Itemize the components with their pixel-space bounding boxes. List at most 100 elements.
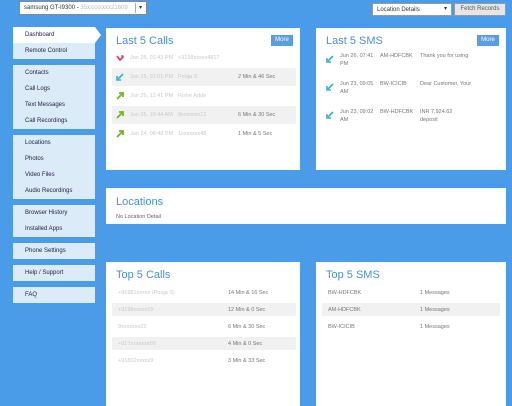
nav-group: Phone Settings	[13, 243, 95, 259]
sidebar-item-dashboard[interactable]: Dashboard	[13, 27, 101, 43]
top-call-contact: +917xxxxxxx09	[118, 340, 156, 347]
sms-preview: Dear Customer, Your	[420, 80, 471, 88]
top-calls-panel: Top 5 Calls +91981xxxxx (Pooja S) 14 Min …	[106, 262, 300, 406]
sms-preview: Thank you for using	[420, 52, 468, 60]
sidebar-item-locations[interactable]: Locations	[13, 135, 95, 151]
top-call-contact: +91802xxxxx9	[118, 357, 154, 364]
sms-text: Dear Customer, Your	[420, 81, 472, 87]
outgoing-call-icon	[116, 111, 124, 119]
sms-row[interactable]: Jun 23, 09:02 AM BW-HDFCBK INR 7,924.62 depo…	[322, 108, 506, 124]
top-call-row[interactable]: +9198xxxxx15 12 Min & 0 Sec	[112, 303, 296, 316]
call-time: Jun 25, 01:01 PM	[130, 74, 174, 80]
sms-time: Jun 23, 09:02 AM	[340, 108, 380, 124]
top-sms-panel: Top 5 SMS BW-HDFCBK 1 Messages AM-HDFCBK 1 …	[316, 262, 506, 406]
top-sms-row[interactable]: BW-HDFCBK 1 Messages	[322, 286, 500, 299]
call-duration: 2 Min & 46 Sec	[238, 74, 276, 80]
sidebar-item-help-support[interactable]: Help / Support	[13, 265, 95, 281]
top-sms-sender: BW-ICICIB	[328, 323, 355, 330]
sidebar-item-remote-control[interactable]: Remote Control	[13, 43, 95, 59]
sms-message-icon	[326, 111, 334, 119]
sms-text: INR 7,924.62	[420, 109, 453, 115]
top-sms-sender: AM-HDFCBK	[328, 306, 361, 313]
missed-call-icon	[116, 54, 124, 62]
top-call-duration: 12 Min & 0 Sec	[228, 306, 266, 313]
nav-group: FAQ	[13, 287, 95, 303]
call-log-row[interactable]: Jun 25, 01:01 PM Pooja S 2 Min & 46 Sec	[112, 68, 296, 86]
sidebar-item-audio-recordings[interactable]: Audio Recordings	[13, 183, 95, 199]
call-time: Jun 25, 10:44 AM	[130, 112, 173, 118]
nav-group: Browser History Installed Apps	[13, 205, 95, 237]
top-call-contact: 9xxxxxxx22	[118, 323, 147, 330]
call-log-row[interactable]: Jun 25, 12:41 PM Rishe Adde	[112, 87, 296, 105]
call-time: Jun 24, 08:48 PM	[130, 131, 174, 137]
top-sms-count: 1 Messages	[420, 289, 450, 296]
call-contact: +9198xxxxx4817	[178, 55, 220, 61]
top-call-contact: +9198xxxxx15	[118, 306, 154, 313]
top-sms-sender: BW-HDFCBK	[328, 289, 362, 296]
sms-text-cont: deposit	[420, 117, 438, 123]
call-contact: Pooja S	[178, 74, 198, 80]
nav-group: Help / Support	[13, 265, 95, 281]
sidebar-item-video-files[interactable]: Video Files	[13, 167, 95, 183]
top-call-duration: 4 Min & 0 Sec	[228, 340, 263, 347]
sidebar-item-faq[interactable]: FAQ	[13, 287, 95, 303]
top-call-row[interactable]: 9xxxxxxx22 6 Min & 30 Sec	[112, 320, 296, 333]
top-call-row[interactable]: +91981xxxxx (Pooja S) 14 Min & 16 Sec	[112, 286, 296, 299]
device-select[interactable]: samsung GT-I9300 - 35xxxxxxxx21609 ▾	[19, 1, 147, 15]
top-sms-row[interactable]: BW-ICICIB 1 Messages	[322, 320, 500, 333]
call-time: Jun 25, 12:41 PM	[130, 93, 174, 99]
top-sms-count: 1 Messages	[420, 323, 450, 330]
sidebar-item-phone-settings[interactable]: Phone Settings	[13, 243, 95, 259]
sms-row[interactable]: Jun 26, 07:41 PM AM-HDFCBK Thank you for us…	[322, 52, 506, 68]
chevron-down-icon: ▾	[135, 3, 145, 13]
sms-time-ampm: AM	[340, 117, 349, 123]
call-contact: 1xxxxxxx48	[178, 131, 207, 137]
sms-time: Jun 26, 07:41 PM	[340, 52, 380, 68]
sidebar-item-call-logs[interactable]: Call Logs	[13, 81, 95, 97]
top-call-row[interactable]: +91802xxxxx9 3 Min & 33 Sec	[112, 354, 296, 367]
sidebar-item-browser-history[interactable]: Browser History	[13, 205, 95, 221]
sms-text: Thank you for using	[420, 53, 469, 59]
call-duration: 6 Min & 30 Sec	[238, 112, 276, 118]
locations-panel: Locations No Location Detail	[106, 188, 506, 224]
location-details-select[interactable]: Location Details ▾	[372, 3, 452, 16]
last-calls-more-button[interactable]: More	[271, 35, 293, 46]
top-sms-title: Top 5 SMS	[326, 269, 380, 281]
sidebar-item-contacts[interactable]: Contacts	[13, 65, 95, 81]
sidebar: Dashboard Remote Control Contacts Call Logs…	[13, 27, 101, 309]
sms-time-date: Jun 23, 09:02	[340, 109, 374, 115]
call-contact: Rishe Adde	[178, 93, 207, 99]
sms-sender: AM-HDFCBK	[380, 53, 413, 59]
device-id: 35xxxxxxxx21609	[80, 5, 128, 11]
locations-title: Locations	[116, 196, 164, 208]
sidebar-item-photos[interactable]: Photos	[13, 151, 95, 167]
call-log-row[interactable]: Jun 25, 03:43 PM +9198xxxxx4817	[112, 49, 296, 67]
last-calls-panel: Last 5 Calls More Jun 25, 03:43 PM +9198x…	[106, 28, 300, 170]
sms-row[interactable]: Jun 23, 09:05 AM BW-ICICIB Dear Customer, Y…	[322, 80, 506, 96]
call-log-row[interactable]: Jun 24, 08:48 PM 1xxxxxxx48 1 Min & 5 Sec	[112, 125, 296, 143]
sms-message-icon	[326, 55, 334, 63]
sms-sender: BW-ICICIB	[380, 81, 407, 87]
call-log-row[interactable]: Jun 25, 10:44 AM 9xxxxxxx12 6 Min & 30 Sec	[112, 106, 296, 124]
location-select-label: Location Details	[377, 7, 420, 13]
chevron-down-icon: ▾	[443, 6, 447, 12]
sms-message-icon	[326, 83, 334, 91]
sms-time-date: Jun 26, 07:41	[340, 53, 374, 59]
last-sms-more-button[interactable]: More	[477, 35, 499, 46]
top-sms-row[interactable]: AM-HDFCBK 1 Messages	[322, 303, 500, 316]
top-call-duration: 14 Min & 16 Sec	[228, 289, 269, 296]
sidebar-item-text-messages[interactable]: Text Messages	[13, 97, 95, 113]
no-location-text: No Location Detail	[116, 214, 161, 220]
sms-time-ampm: PM	[340, 61, 349, 67]
top-call-duration: 3 Min & 33 Sec	[228, 357, 266, 364]
top-call-row[interactable]: +917xxxxxxx09 4 Min & 0 Sec	[112, 337, 296, 350]
incoming-call-icon	[116, 73, 124, 81]
fetch-records-button[interactable]: Fetch Records	[454, 3, 506, 16]
top-call-contact: +91981xxxxx (Pooja S)	[118, 289, 175, 296]
sidebar-item-installed-apps[interactable]: Installed Apps	[13, 221, 95, 237]
nav-group: Locations Photos Video Files Audio Recordin…	[13, 135, 95, 199]
nav-group: Contacts Call Logs Text Messages Call Recor…	[13, 65, 95, 129]
nav-group: Dashboard Remote Control	[13, 27, 101, 59]
top-toolbar: samsung GT-I9300 - 35xxxxxxxx21609 ▾ Loc…	[0, 0, 512, 20]
sidebar-item-call-recordings[interactable]: Call Recordings	[13, 113, 95, 129]
